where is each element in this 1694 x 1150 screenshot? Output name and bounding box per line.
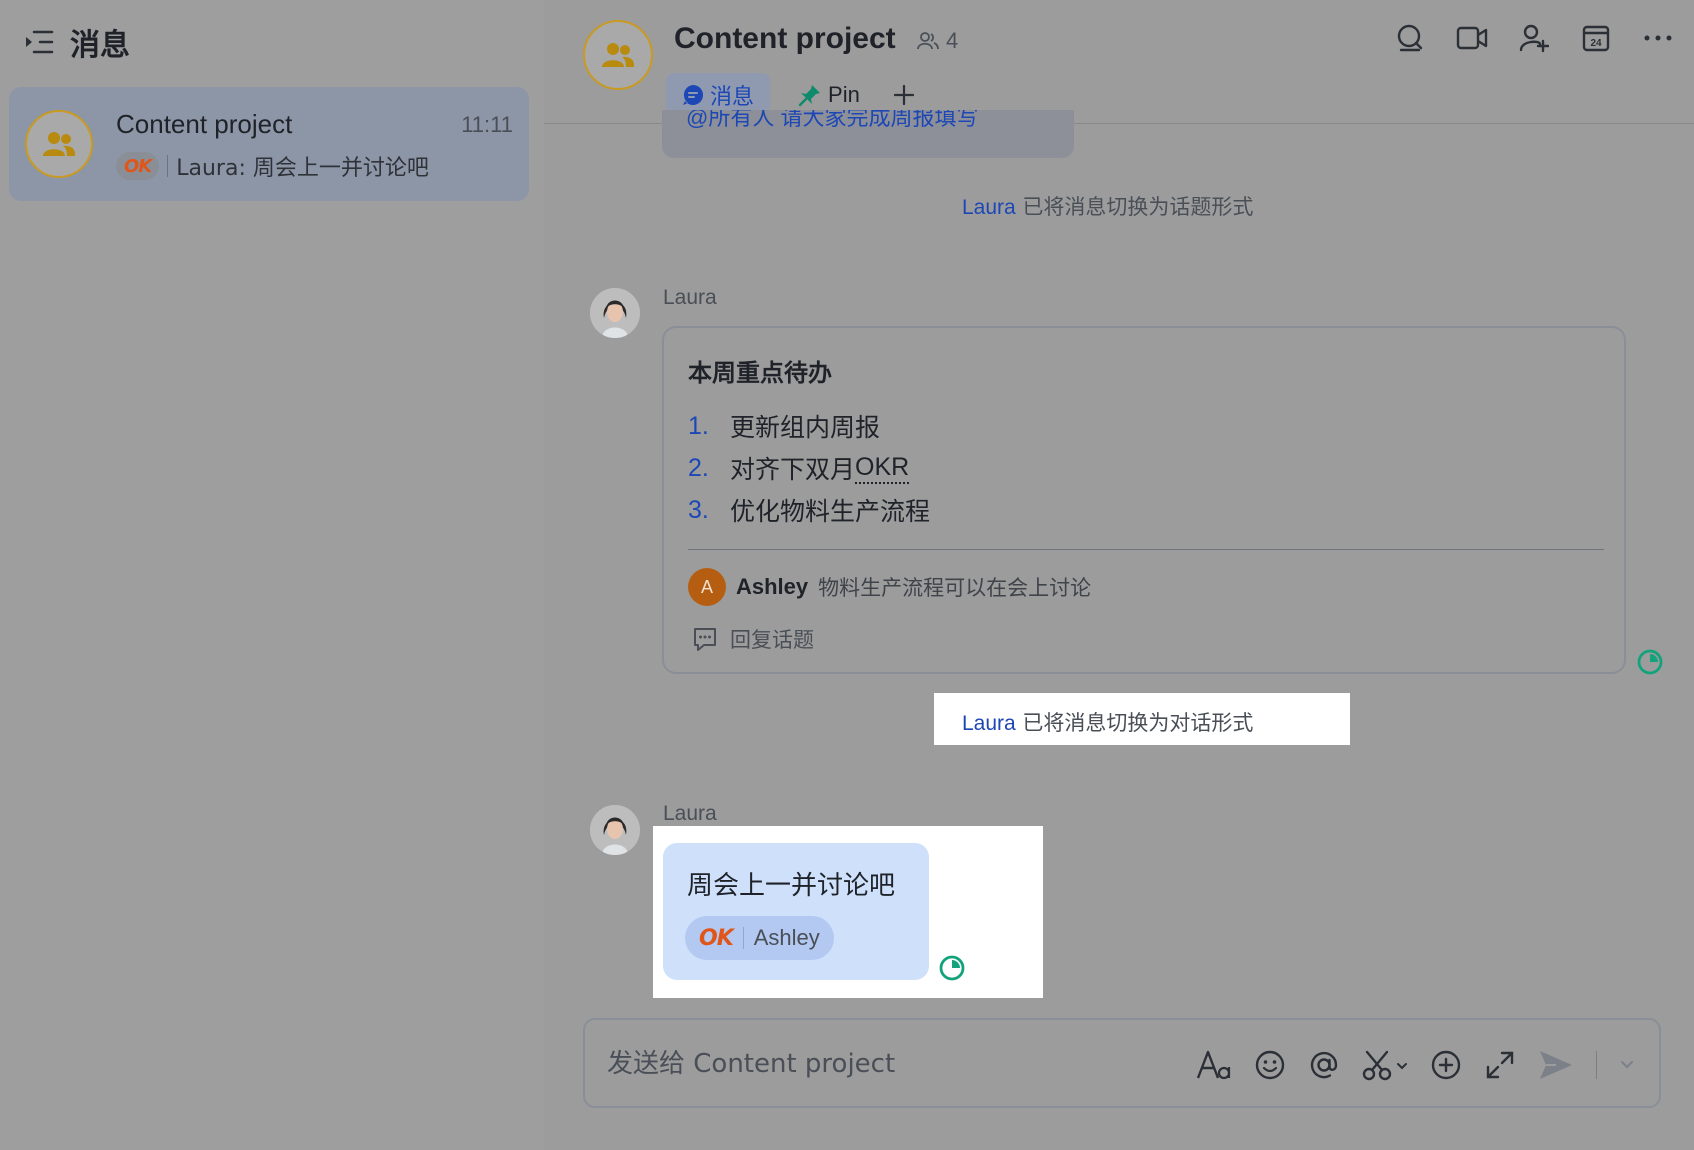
- previous-message-bubble: @所有人 请大家完成周报填写: [662, 110, 1074, 158]
- chat-preview: OK Laura: 周会上一并讨论吧: [116, 150, 429, 182]
- tab-pin-label: Pin: [828, 82, 860, 107]
- message-bubble-icon: [683, 85, 703, 105]
- message-text: 周会上一并讨论吧: [687, 871, 896, 901]
- topic-list: 1. 更新组内周报 2. 对齐下双月 OKR 3. 优化物料生产流程: [688, 405, 930, 531]
- send-options-chevron-icon[interactable]: [1619, 1045, 1635, 1085]
- reply-author: Ashley: [736, 574, 809, 599]
- member-count-value: 4: [946, 28, 959, 53]
- more-icon[interactable]: [1642, 22, 1674, 54]
- group-avatar[interactable]: [583, 20, 653, 90]
- chat-list-item-content-project[interactable]: Content project 11:11 OK Laura: 周会上一并讨论吧: [9, 87, 529, 201]
- expand-icon[interactable]: [1484, 1045, 1516, 1085]
- ok-emoji-icon: OK: [699, 925, 734, 951]
- system-message-text: 已将消息切换为对话形式: [1015, 711, 1254, 735]
- read-status-icon: [939, 955, 965, 981]
- list-number: 1.: [688, 411, 709, 440]
- message-composer: [583, 1018, 1661, 1108]
- list-item: 2. 对齐下双月 OKR: [688, 447, 930, 489]
- list-number: 2.: [688, 453, 709, 482]
- collapse-sidebar-icon[interactable]: [24, 29, 54, 55]
- mention-icon[interactable]: [1308, 1045, 1340, 1085]
- sidebar-title: 消息: [70, 28, 130, 63]
- calendar-icon[interactable]: 24: [1580, 22, 1612, 54]
- svg-text:24: 24: [1590, 38, 1602, 49]
- group-avatar: [25, 110, 93, 178]
- reply-text: 物料生产流程可以在会上讨论: [818, 576, 1092, 600]
- message-input[interactable]: [607, 1042, 1107, 1086]
- search-icon[interactable]: [1394, 22, 1426, 54]
- list-item-text: 优化物料生产流程: [730, 497, 931, 526]
- okr-term-link[interactable]: OKR: [855, 453, 910, 484]
- user-avatar-laura[interactable]: [590, 805, 640, 855]
- chat-preview-text: Laura: 周会上一并讨论吧: [176, 156, 429, 181]
- video-call-icon[interactable]: [1456, 22, 1488, 54]
- reaction-user: Ashley: [753, 925, 820, 950]
- user-avatar-laura[interactable]: [590, 288, 640, 338]
- pin-icon: [798, 85, 821, 107]
- reaction-chip[interactable]: OK Ashley: [685, 916, 834, 960]
- list-item-text: 对齐下双月: [730, 455, 856, 484]
- text-format-icon[interactable]: [1196, 1045, 1232, 1085]
- divider: [688, 549, 1604, 550]
- group-icon: [43, 132, 76, 156]
- topic-title: 本周重点待办: [688, 359, 832, 387]
- reply-topic-button[interactable]: 回复话题: [692, 624, 814, 654]
- system-message-topic-mode: Laura 已将消息切换为话题形式: [962, 191, 1253, 221]
- read-status-icon: [1637, 649, 1663, 675]
- system-message-dialog-mode: Laura 已将消息切换为对话形式: [962, 707, 1253, 737]
- system-message-text: 已将消息切换为话题形式: [1015, 195, 1254, 219]
- reply-topic-label: 回复话题: [730, 628, 814, 652]
- add-member-icon[interactable]: [1518, 22, 1550, 54]
- sidebar-header: 消息: [24, 22, 130, 63]
- ok-emoji-icon: OK: [124, 155, 152, 177]
- chat-time: 11:11: [461, 112, 513, 137]
- member-count[interactable]: 4: [916, 28, 958, 54]
- sidebar: 消息 Content project 11:11 OK Laura: 周会上一并…: [0, 0, 544, 1150]
- plus-circle-icon[interactable]: [1430, 1045, 1462, 1085]
- add-tab-icon[interactable]: [888, 79, 920, 111]
- topic-message-card[interactable]: 本周重点待办 1. 更新组内周报 2. 对齐下双月 OKR 3. 优化物料生产流…: [662, 326, 1626, 674]
- list-item: 3. 优化物料生产流程: [688, 489, 930, 531]
- topic-reply[interactable]: A Ashley 物料生产流程可以在会上讨论: [688, 568, 1091, 606]
- chat-name: Content project: [116, 109, 293, 139]
- chat-header: Content project 4 24 消息 Pin: [544, 0, 1694, 124]
- group-icon: [602, 43, 635, 67]
- message-sender: Laura: [663, 286, 717, 309]
- list-item: 1. 更新组内周报: [688, 405, 930, 447]
- divider: [1596, 1051, 1597, 1079]
- message-bubble[interactable]: 周会上一并讨论吧 OK Ashley: [663, 843, 929, 980]
- previous-message-text: @所有人 请大家完成周报填写: [686, 110, 979, 130]
- header-toolbar: 24: [1394, 22, 1674, 54]
- message-sender: Laura: [663, 802, 717, 825]
- list-item-text: 更新组内周报: [730, 413, 881, 442]
- chat-title: Content project: [674, 22, 896, 55]
- list-number: 3.: [688, 495, 709, 524]
- comment-icon: [694, 628, 716, 651]
- divider: [167, 155, 169, 177]
- system-message-user-link[interactable]: Laura: [962, 196, 1016, 219]
- composer-toolbar: [1196, 1045, 1635, 1085]
- screenshot-scissors-icon[interactable]: [1362, 1045, 1408, 1085]
- send-icon[interactable]: [1538, 1045, 1574, 1085]
- members-icon: [917, 32, 939, 50]
- ok-reaction-badge: OK: [116, 152, 160, 180]
- emoji-icon[interactable]: [1254, 1045, 1286, 1085]
- divider: [742, 927, 744, 949]
- user-avatar-ashley: A: [688, 568, 726, 606]
- tab-messages-label: 消息: [710, 84, 755, 109]
- system-message-user-link[interactable]: Laura: [962, 712, 1016, 735]
